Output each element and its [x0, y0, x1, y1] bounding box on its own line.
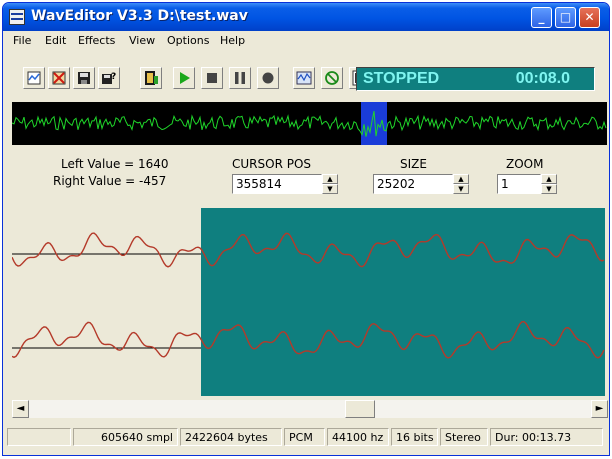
zoom-label: ZOOM	[506, 157, 544, 171]
spin-up-icon[interactable]: ▲	[453, 174, 469, 184]
pause-icon[interactable]	[229, 67, 251, 89]
cursor-pos-spinner[interactable]: ▲ ▼	[322, 174, 338, 194]
right-value-label: Right Value = -457	[53, 174, 167, 188]
scroll-thumb[interactable]	[345, 400, 375, 418]
export-icon[interactable]	[140, 67, 162, 89]
spin-up-icon[interactable]: ▲	[541, 174, 557, 184]
minimize-button[interactable]: _	[531, 7, 552, 28]
record-icon[interactable]	[257, 67, 279, 89]
status-channels: Stereo	[440, 428, 488, 446]
spin-down-icon[interactable]: ▼	[322, 184, 338, 194]
status-empty-cell	[7, 428, 71, 446]
svg-text:?: ?	[111, 72, 116, 82]
size-spinner[interactable]: ▲ ▼	[453, 174, 469, 194]
menu-help[interactable]: Help	[220, 34, 245, 47]
window-title: WavEditor V3.3 D:\test.wav	[31, 8, 248, 24]
zoom-spinner[interactable]: ▲ ▼	[541, 174, 557, 194]
menu-file[interactable]: File	[13, 34, 31, 47]
status-bar: 605640 smpl 2422604 bytes PCM 44100 hz 1…	[3, 426, 609, 448]
play-icon[interactable]	[173, 67, 195, 89]
delete-icon[interactable]	[48, 67, 70, 89]
stop-icon[interactable]	[201, 67, 223, 89]
horizontal-scrollbar[interactable]: ◄ ►	[12, 400, 608, 418]
close-button[interactable]: ✕	[579, 7, 600, 28]
status-duration: Dur: 00:13.73	[490, 428, 603, 446]
cursor-pos-label: CURSOR POS	[232, 157, 312, 171]
status-rate: 44100 hz	[327, 428, 389, 446]
status-format: PCM	[284, 428, 325, 446]
overview-waveform[interactable]	[12, 102, 607, 145]
menu-view[interactable]: View	[129, 34, 155, 47]
transport-status: STOPPED	[363, 70, 440, 87]
menu-bar: File Edit Effects View Options Help	[3, 31, 609, 51]
zoom-field[interactable]: 1	[497, 174, 541, 194]
save-icon[interactable]	[73, 67, 95, 89]
transport-time: 00:08.0	[515, 70, 570, 87]
menu-options[interactable]: Options	[167, 34, 209, 47]
save-as-icon[interactable]: ?	[98, 67, 120, 89]
spin-down-icon[interactable]: ▼	[541, 184, 557, 194]
transport-status-panel: STOPPED 00:08.0	[356, 67, 595, 91]
status-bytes: 2422604 bytes	[180, 428, 282, 446]
mixer-icon[interactable]	[293, 67, 315, 89]
status-samples: 605640 smpl	[73, 428, 178, 446]
spin-up-icon[interactable]: ▲	[322, 174, 338, 184]
app-icon	[9, 9, 25, 25]
overview-wave-line	[12, 111, 607, 137]
status-bits: 16 bits	[391, 428, 438, 446]
readouts-panel: Left Value = 1640 Right Value = -457 CUR…	[3, 153, 609, 203]
waveform-view[interactable]	[12, 208, 605, 396]
size-field[interactable]: 25202	[373, 174, 453, 194]
scroll-left-button[interactable]: ◄	[12, 400, 29, 418]
spin-down-icon[interactable]: ▼	[453, 184, 469, 194]
cursor-pos-field[interactable]: 355814	[232, 174, 322, 194]
selection-region	[201, 208, 605, 396]
no-loop-icon[interactable]	[321, 67, 343, 89]
maximize-button[interactable]: □	[555, 7, 576, 28]
new-file-icon[interactable]	[23, 67, 45, 89]
menu-edit[interactable]: Edit	[45, 34, 66, 47]
app-window: WavEditor V3.3 D:\test.wav _ □ ✕ File Ed…	[2, 2, 610, 456]
title-bar[interactable]: WavEditor V3.3 D:\test.wav _ □ ✕	[3, 3, 609, 31]
left-value-label: Left Value = 1640	[61, 157, 169, 171]
menu-effects[interactable]: Effects	[78, 34, 115, 47]
scroll-right-button[interactable]: ►	[591, 400, 608, 418]
size-label: SIZE	[400, 157, 427, 171]
